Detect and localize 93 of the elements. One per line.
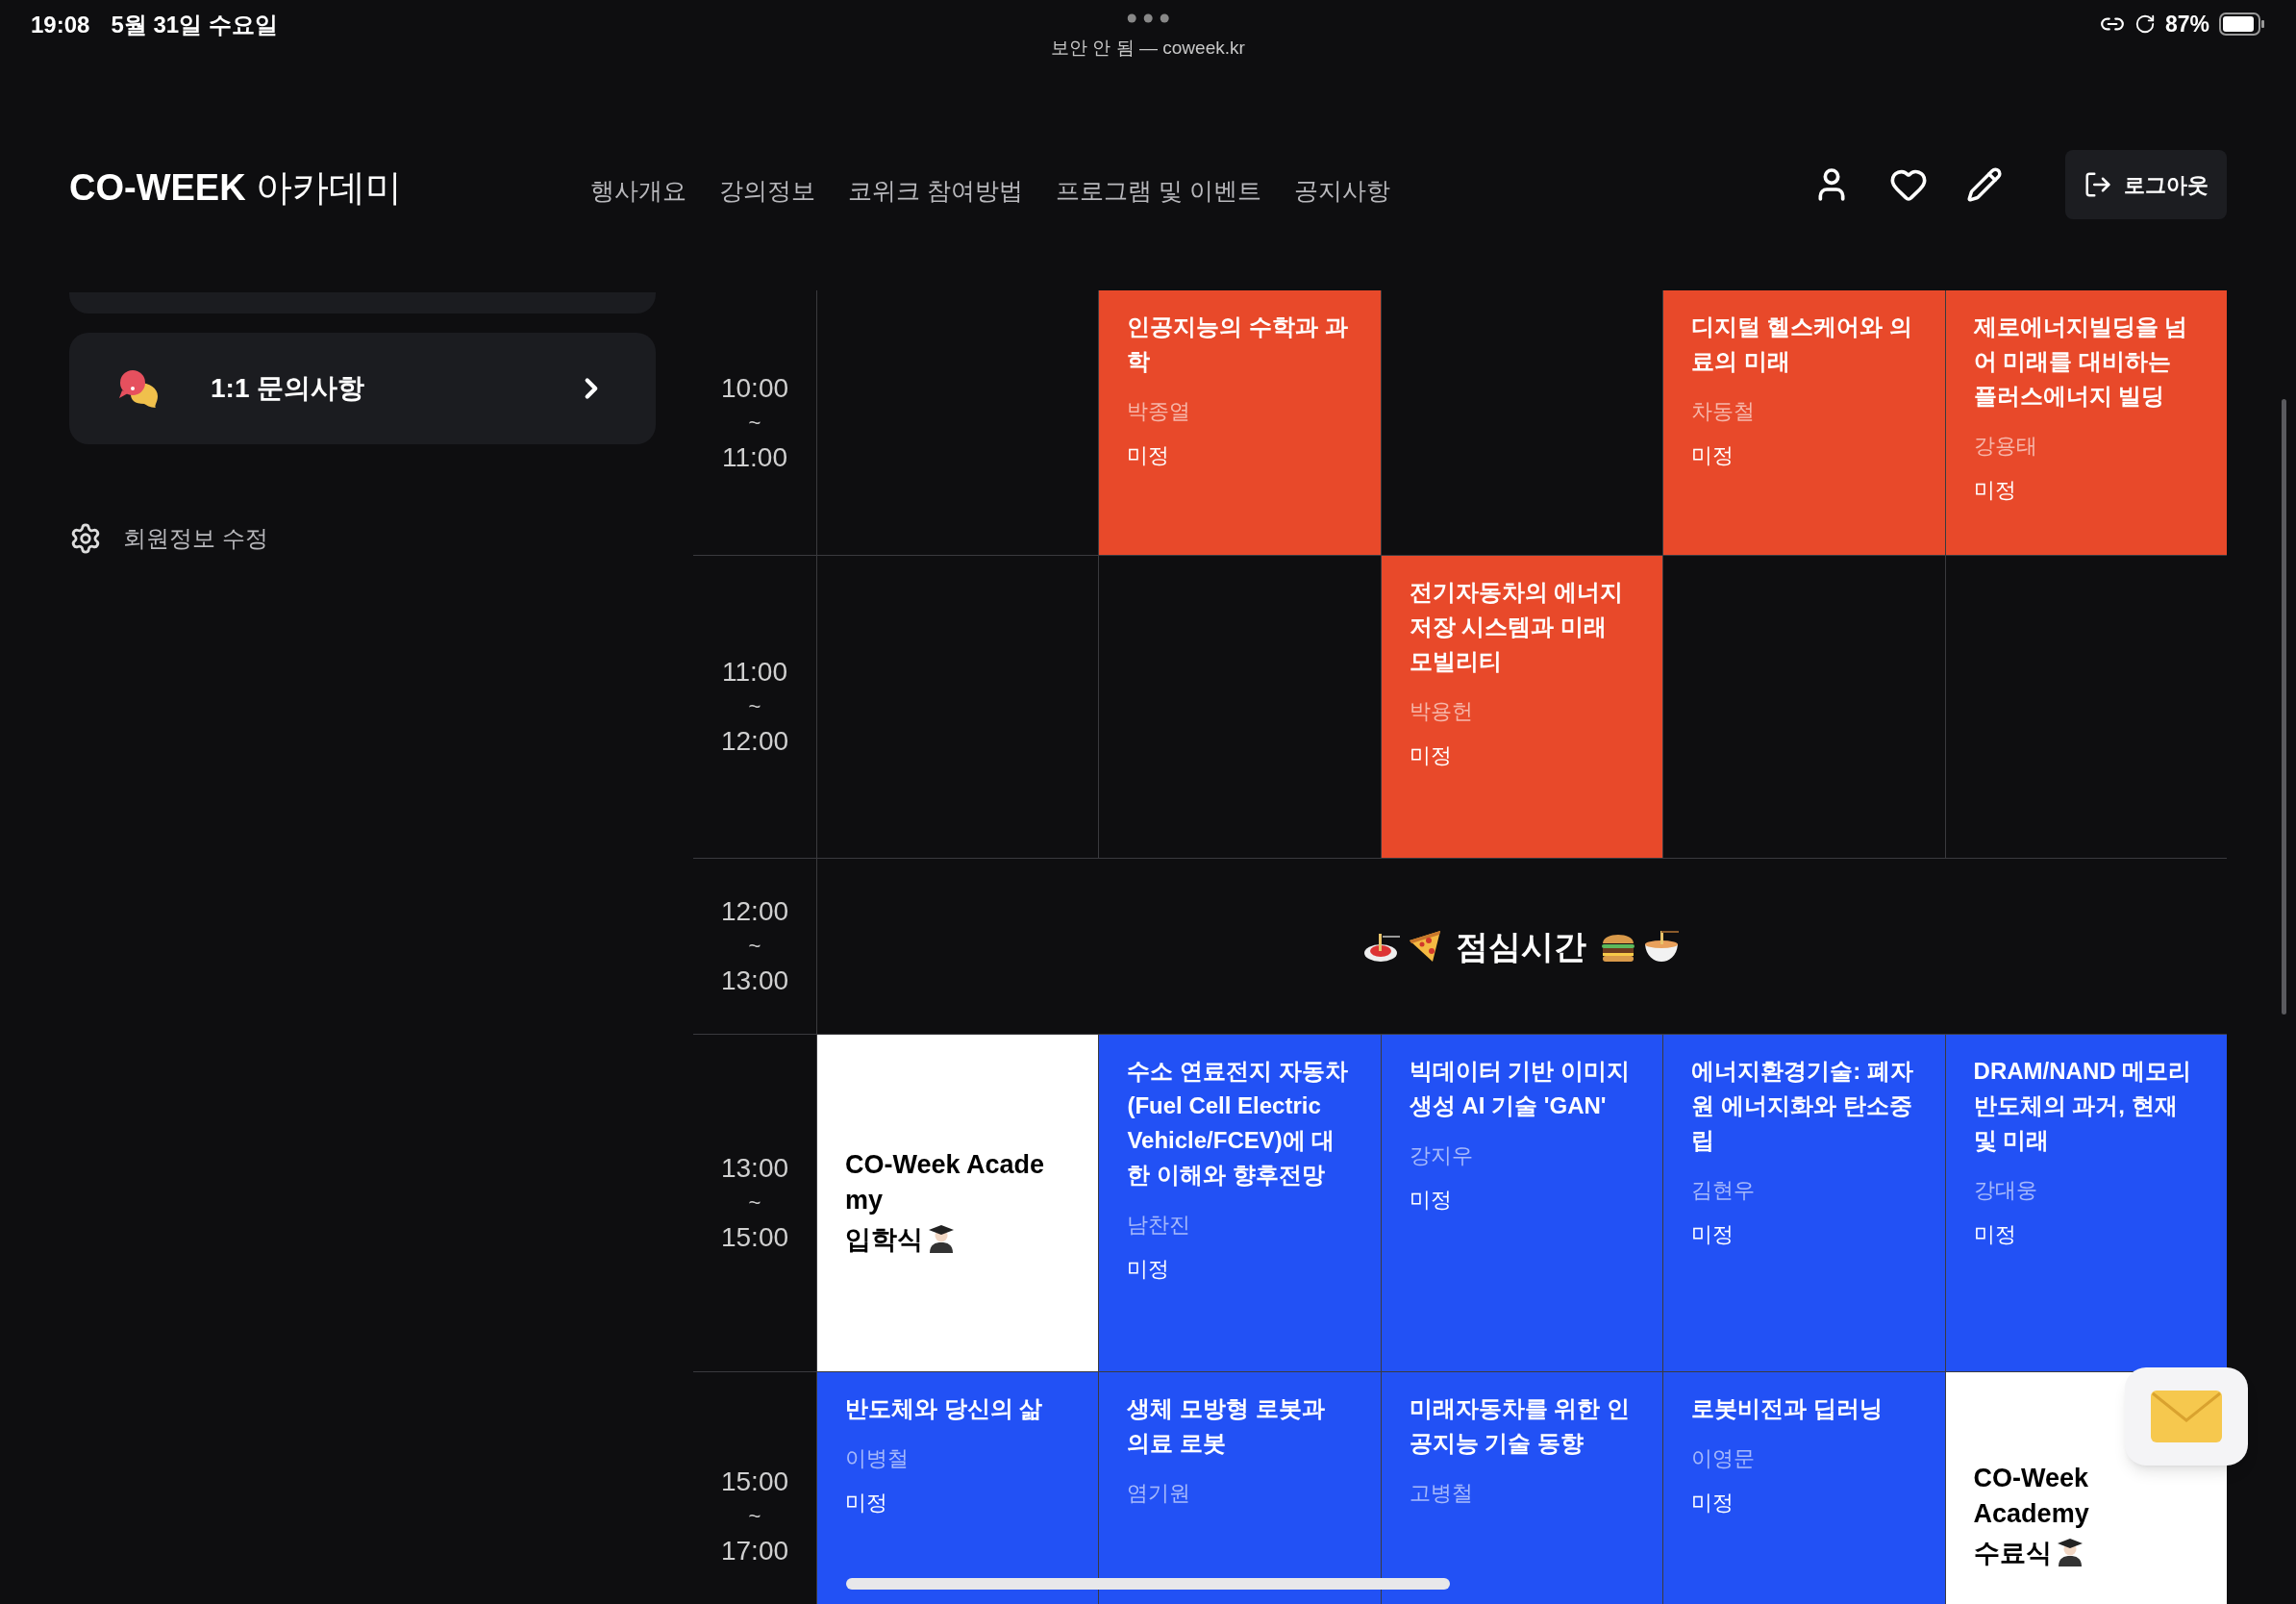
pizza-icon xyxy=(1408,929,1442,964)
scrollbar[interactable] xyxy=(2282,399,2286,1015)
speaker-name: 이병철 xyxy=(845,1445,910,1472)
logout-icon xyxy=(2084,170,2112,199)
lecture-card[interactable]: 인공지능의 수학과 과학 박종열 미정 xyxy=(1098,290,1381,555)
speech-bubbles-icon xyxy=(117,369,160,408)
envelope-icon xyxy=(2150,1390,2223,1443)
lecture-card[interactable]: 생체 모방형 로봇과 의료 로봇 염기원 xyxy=(1098,1372,1381,1604)
lecture-title: 에너지환경기술: 폐자원 에너지화와 탄소중립 xyxy=(1691,1057,1914,1155)
url-text[interactable]: 보안 안 됨 — coweek.kr xyxy=(1051,35,1245,63)
settings-icon[interactable] xyxy=(69,522,102,555)
lecture-card[interactable]: 디지털 헬스케어와 의료의 미래 차동철 미정 xyxy=(1662,290,1945,555)
lecture-title: DRAM/NAND 메모리 반도체의 과거, 현재 및 미래 xyxy=(1973,1057,2193,1155)
speaker-name: 박종열 xyxy=(1127,398,1192,425)
location-text: 미정 xyxy=(1127,1256,1171,1283)
time-end: 17:00 xyxy=(720,1534,789,1567)
speaker-name: 김현우 xyxy=(1691,1177,1757,1204)
inquiry-card[interactable]: 1:1 문의사항 xyxy=(69,333,656,444)
time-separator: ~ xyxy=(748,933,761,960)
time-start: 15:00 xyxy=(720,1465,789,1498)
lecture-title: 수소 연료전지 자동차(Fuel Cell Electric Vehicle/FCEV)에 대한 이해와 향후전망 xyxy=(1127,1057,1349,1190)
lecture-card[interactable]: 빅데이터 기반 이미지 생성 AI 기술 'GAN' 강지우 미정 xyxy=(1380,1035,1663,1371)
speaker-name: 강용태 xyxy=(1973,433,2038,460)
speaker-name: 강지우 xyxy=(1409,1142,1474,1169)
location-text: 미정 xyxy=(1973,477,2017,504)
speaker-name: 차동철 xyxy=(1691,398,1757,425)
status-time: 19:08 xyxy=(31,11,90,39)
nav-link[interactable]: 공지사항 xyxy=(1293,173,1390,210)
lecture-card[interactable]: 반도체와 당신의 삶 이병철 미정 xyxy=(816,1372,1099,1604)
more-dots-icon[interactable] xyxy=(1127,13,1169,23)
lunch-label: 점심시간 xyxy=(1456,926,1586,966)
speaker-name: 고병철 xyxy=(1409,1480,1474,1507)
nav-link[interactable]: 강의정보 xyxy=(719,173,815,210)
lecture-title: 인공지능의 수학과 과학 xyxy=(1127,313,1349,376)
lecture-title: 디지털 헬스케어와 의료의 미래 xyxy=(1691,313,1913,376)
battery-icon xyxy=(2219,13,2265,37)
ceremony-title: CO-Week Acade my xyxy=(845,1149,1046,1216)
pencil-icon[interactable] xyxy=(1966,166,2003,203)
lecture-title: 제로에너지빌딩을 넘어 미래를 대비하는 플러스에너지 빌딩 xyxy=(1973,313,2189,411)
speaker-name: 남찬진 xyxy=(1127,1212,1192,1239)
nav-link[interactable]: 프로그램 및 이벤트 xyxy=(1055,173,1261,210)
lecture-title: 로봇비전과 딥러닝 xyxy=(1691,1394,1884,1423)
nav-link[interactable]: 행사개요 xyxy=(590,173,686,210)
lecture-card[interactable]: 로봇비전과 딥러닝 이영문 미정 xyxy=(1662,1372,1945,1604)
location-text: 미정 xyxy=(1127,442,1171,469)
lecture-card[interactable]: 전기자동차의 에너지 저장 시스템과 미래 모빌리티 박용헌 미정 xyxy=(1380,556,1663,858)
time-start: 12:00 xyxy=(720,895,789,928)
lecture-title: 미래자동차를 위한 인공지능 기술 동향 xyxy=(1409,1394,1632,1458)
lecture-card[interactable]: 에너지환경기술: 폐자원 에너지화와 탄소중립 김현우 미정 xyxy=(1662,1035,1945,1371)
time-separator: ~ xyxy=(748,1502,761,1530)
lecture-title: 빅데이터 기반 이미지 생성 AI 기술 'GAN' xyxy=(1409,1057,1632,1120)
location-text: 미정 xyxy=(845,1490,888,1516)
lecture-title: 생체 모방형 로봇과 의료 로봇 xyxy=(1127,1394,1326,1458)
location-text: 미정 xyxy=(1691,1490,1735,1516)
time-separator: ~ xyxy=(748,693,761,720)
battery-percent: 87% xyxy=(2164,11,2209,38)
lecture-title: 반도체와 당신의 삶 xyxy=(845,1394,1044,1423)
time-end: 13:00 xyxy=(720,965,789,997)
speaker-name: 박용헌 xyxy=(1409,698,1474,725)
noodle-bowl-icon xyxy=(1642,929,1681,964)
status-date: 5월 31일 수요일 xyxy=(111,11,278,39)
lecture-card[interactable]: 수소 연료전지 자동차(Fuel Cell Electric Vehicle/FCEV)에 대한 이해와 향후전망 남찬진 미정 xyxy=(1098,1035,1381,1371)
site-logo[interactable]: CO-WEEK 아카데미 xyxy=(69,163,590,212)
scrollbar[interactable] xyxy=(846,1578,1450,1590)
inquiry-label: 1:1 문의사항 xyxy=(211,372,366,405)
nav-link[interactable]: 코위크 참여방법 xyxy=(848,173,1023,210)
ceremony-label: 입학식 xyxy=(845,1224,923,1256)
logout-button[interactable]: 로그아웃 xyxy=(2065,150,2227,219)
graduate-figure-icon xyxy=(927,1224,956,1255)
mail-button[interactable] xyxy=(2125,1367,2248,1466)
location-text: 미정 xyxy=(1409,742,1453,769)
location-text: 미정 xyxy=(1691,1221,1735,1248)
time-separator: ~ xyxy=(748,1190,761,1216)
time-start: 11:00 xyxy=(722,656,787,689)
time-end: 11:00 xyxy=(722,440,787,474)
time-start: 10:00 xyxy=(720,371,789,405)
location-text: 미정 xyxy=(1409,1187,1453,1214)
speaker-name: 염기원 xyxy=(1127,1480,1192,1507)
time-start: 13:00 xyxy=(720,1152,789,1185)
lecture-card[interactable]: 미래자동차를 위한 인공지능 기술 동향 고병철 xyxy=(1380,1372,1663,1604)
speaker-name: 이영문 xyxy=(1691,1445,1757,1472)
location-text: 미정 xyxy=(1973,1221,2017,1248)
ceremony-label: 수료식 xyxy=(1973,1537,2052,1569)
speaker-name: 강대웅 xyxy=(1973,1177,2038,1204)
lecture-title: 전기자동차의 에너지 저장 시스템과 미래 모빌리티 xyxy=(1409,578,1625,676)
time-end: 12:00 xyxy=(720,725,789,758)
settings-link[interactable]: 회원정보 수정 xyxy=(123,521,268,556)
lecture-card[interactable]: DRAM/NAND 메모리 반도체의 과거, 현재 및 미래 강대웅 미정 xyxy=(1944,1035,2227,1371)
time-end: 15:00 xyxy=(720,1221,789,1254)
location-text: 미정 xyxy=(1691,442,1735,469)
lecture-card[interactable]: 제로에너지빌딩을 넘어 미래를 대비하는 플러스에너지 빌딩 강용태 미정 xyxy=(1944,290,2227,555)
ceremony-title: CO-Week Academy xyxy=(1973,1462,2090,1530)
time-separator: ~ xyxy=(748,409,761,437)
